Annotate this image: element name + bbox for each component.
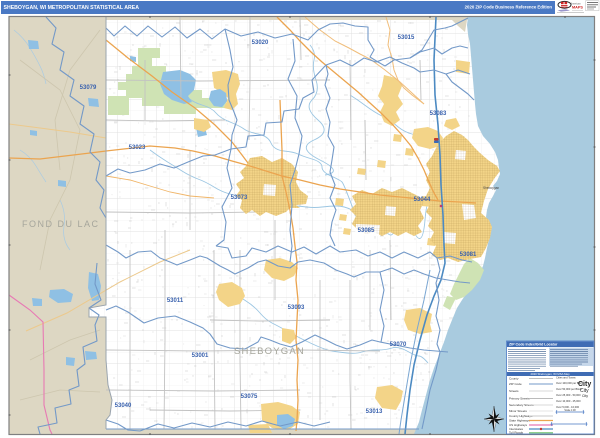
svg-text:2020 ZIP Code Business Referen: 2020 ZIP Code Business Reference Edition xyxy=(465,5,553,10)
svg-text:City: City xyxy=(582,394,588,398)
svg-text:MAPS: MAPS xyxy=(572,6,583,10)
svg-text:53081: 53081 xyxy=(460,252,477,258)
svg-text:53040: 53040 xyxy=(115,403,132,409)
svg-text:53015: 53015 xyxy=(398,35,415,41)
svg-text:53070: 53070 xyxy=(390,342,407,348)
svg-text:Scale 1:48: Scale 1:48 xyxy=(564,409,576,412)
svg-text:Over 25,000 - 50,000: Over 25,000 - 50,000 xyxy=(556,393,581,397)
svg-text:County: County xyxy=(509,377,519,381)
svg-text:Streets: Streets xyxy=(509,389,519,393)
svg-text:53073: 53073 xyxy=(231,195,248,201)
svg-text:ZIP Code: ZIP Code xyxy=(509,382,522,386)
svg-text:53011: 53011 xyxy=(167,298,184,304)
svg-text:Sheboygan: Sheboygan xyxy=(483,186,499,190)
svg-text:53020: 53020 xyxy=(252,40,269,46)
svg-text:SHEBOYGAN, WI METROPOLITAN STA: SHEBOYGAN, WI METROPOLITAN STATISTICAL A… xyxy=(4,5,140,11)
svg-text:53093: 53093 xyxy=(288,305,305,311)
svg-text:53075: 53075 xyxy=(241,394,258,400)
svg-text:SHEBOYGAN: SHEBOYGAN xyxy=(234,346,305,357)
svg-text:Minor Streets: Minor Streets xyxy=(509,409,527,413)
svg-text:Cities and Towns: Cities and Towns xyxy=(556,376,576,380)
svg-text:FOND DU LAC: FOND DU LAC xyxy=(22,219,100,229)
svg-text:53085: 53085 xyxy=(358,228,375,234)
svg-text:53001: 53001 xyxy=(192,353,209,359)
svg-text:City: City xyxy=(578,381,591,388)
svg-text:53083: 53083 xyxy=(430,111,447,117)
svg-text:53044: 53044 xyxy=(414,197,431,203)
svg-text:Over 10,000 - 25,000: Over 10,000 - 25,000 xyxy=(556,399,581,403)
svg-text:53079: 53079 xyxy=(80,85,97,91)
svg-text:State Highways: State Highways xyxy=(509,419,530,423)
svg-text:Toll Roads: Toll Roads xyxy=(509,431,524,435)
svg-text:53023: 53023 xyxy=(129,145,146,151)
svg-text:53013: 53013 xyxy=(366,409,383,415)
svg-text:ZIP Code Index/Grid Locator: ZIP Code Index/Grid Locator xyxy=(509,343,558,347)
svg-text:Primary Streets: Primary Streets xyxy=(509,397,530,401)
